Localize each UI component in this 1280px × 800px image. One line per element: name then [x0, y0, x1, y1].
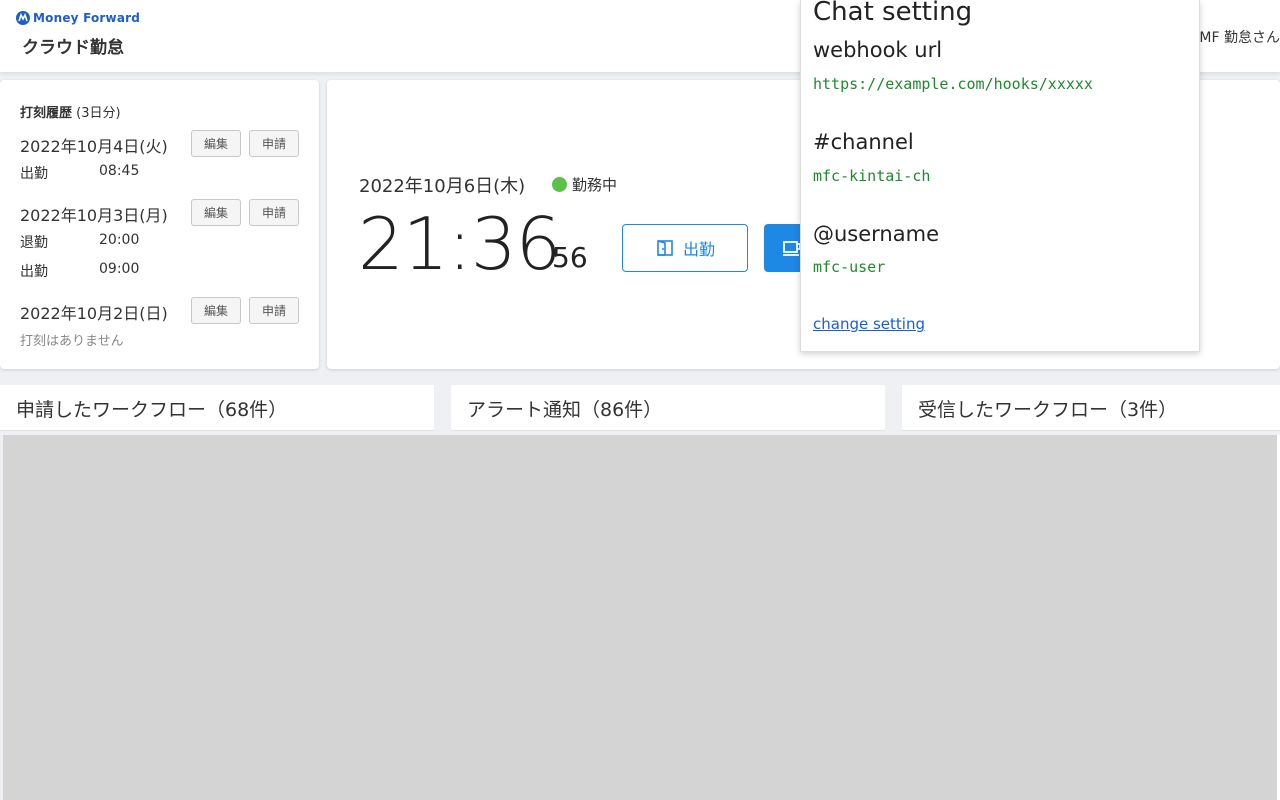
punch-time: 09:00 — [99, 261, 140, 277]
request-button[interactable]: 申請 — [249, 130, 299, 157]
request-button[interactable]: 申請 — [249, 199, 299, 226]
punch-history-heading: 打刻履歴 — [20, 106, 73, 121]
current-seconds: 56 — [552, 241, 588, 274]
panel-title: 申請したワークフロー（68件） — [16, 399, 288, 421]
punch-time: 20:00 — [99, 232, 140, 248]
history-day-date: 2022年10月4日(火) — [20, 137, 168, 156]
brand-name: Money Forward — [33, 11, 141, 25]
punch-time: 08:45 — [99, 163, 140, 179]
webhook-value: https://example.com/hooks/xxxxx — [813, 75, 1093, 93]
punch-type: 出勤 — [20, 166, 48, 182]
alert-notification-panel: アラート通知（86件） — [451, 385, 885, 431]
edit-button[interactable]: 編集 — [191, 297, 241, 324]
received-workflow-panel: 受信したワークフロー（3件） — [902, 385, 1280, 431]
punch-history-title: 打刻履歴 (3日分) — [20, 102, 121, 121]
channel-value: mfc-kintai-ch — [813, 167, 931, 185]
money-forward-logo-icon — [16, 11, 30, 25]
status-dot-icon — [552, 177, 567, 192]
today-date: 2022年10月6日(木) — [359, 176, 526, 197]
clock-in-button[interactable]: 出勤 — [622, 224, 748, 272]
popup-title: Chat setting — [813, 0, 973, 27]
change-setting-link[interactable]: change setting — [813, 315, 925, 333]
clock-in-label: 出勤 — [682, 240, 715, 259]
product-name: クラウド勤怠 — [22, 38, 124, 58]
punch-type: 出勤 — [20, 264, 48, 280]
work-status-label: 勤務中 — [572, 176, 618, 194]
current-time: 21:36 — [358, 202, 561, 286]
username-value: mfc-user — [813, 258, 886, 276]
door-icon — [657, 240, 673, 256]
content-placeholder — [3, 435, 1277, 800]
chat-setting-popup: Chat setting webhook url https://example… — [800, 0, 1200, 352]
submitted-workflow-panel: 申請したワークフロー（68件） — [0, 385, 434, 431]
edit-button[interactable]: 編集 — [191, 199, 241, 226]
punch-history-count: (3日分) — [76, 106, 121, 121]
work-status: 勤務中 — [552, 174, 617, 195]
history-day-date: 2022年10月3日(月) — [20, 206, 168, 225]
brand-logo[interactable]: Money Forward — [16, 11, 140, 25]
request-button[interactable]: 申請 — [249, 297, 299, 324]
panel-title: アラート通知（86件） — [467, 399, 663, 421]
edit-button[interactable]: 編集 — [191, 130, 241, 157]
history-day-date: 2022年10月2日(日) — [20, 304, 168, 323]
panel-title: 受信したワークフロー（3件） — [918, 399, 1178, 421]
user-menu[interactable]: MF 勤怠さん — [1199, 27, 1280, 47]
channel-label: #channel — [813, 130, 914, 154]
punch-type: 退勤 — [20, 235, 48, 251]
username-label: @username — [813, 222, 939, 246]
webhook-label: webhook url — [813, 38, 943, 62]
no-punch-message: 打刻はありません — [20, 334, 124, 349]
